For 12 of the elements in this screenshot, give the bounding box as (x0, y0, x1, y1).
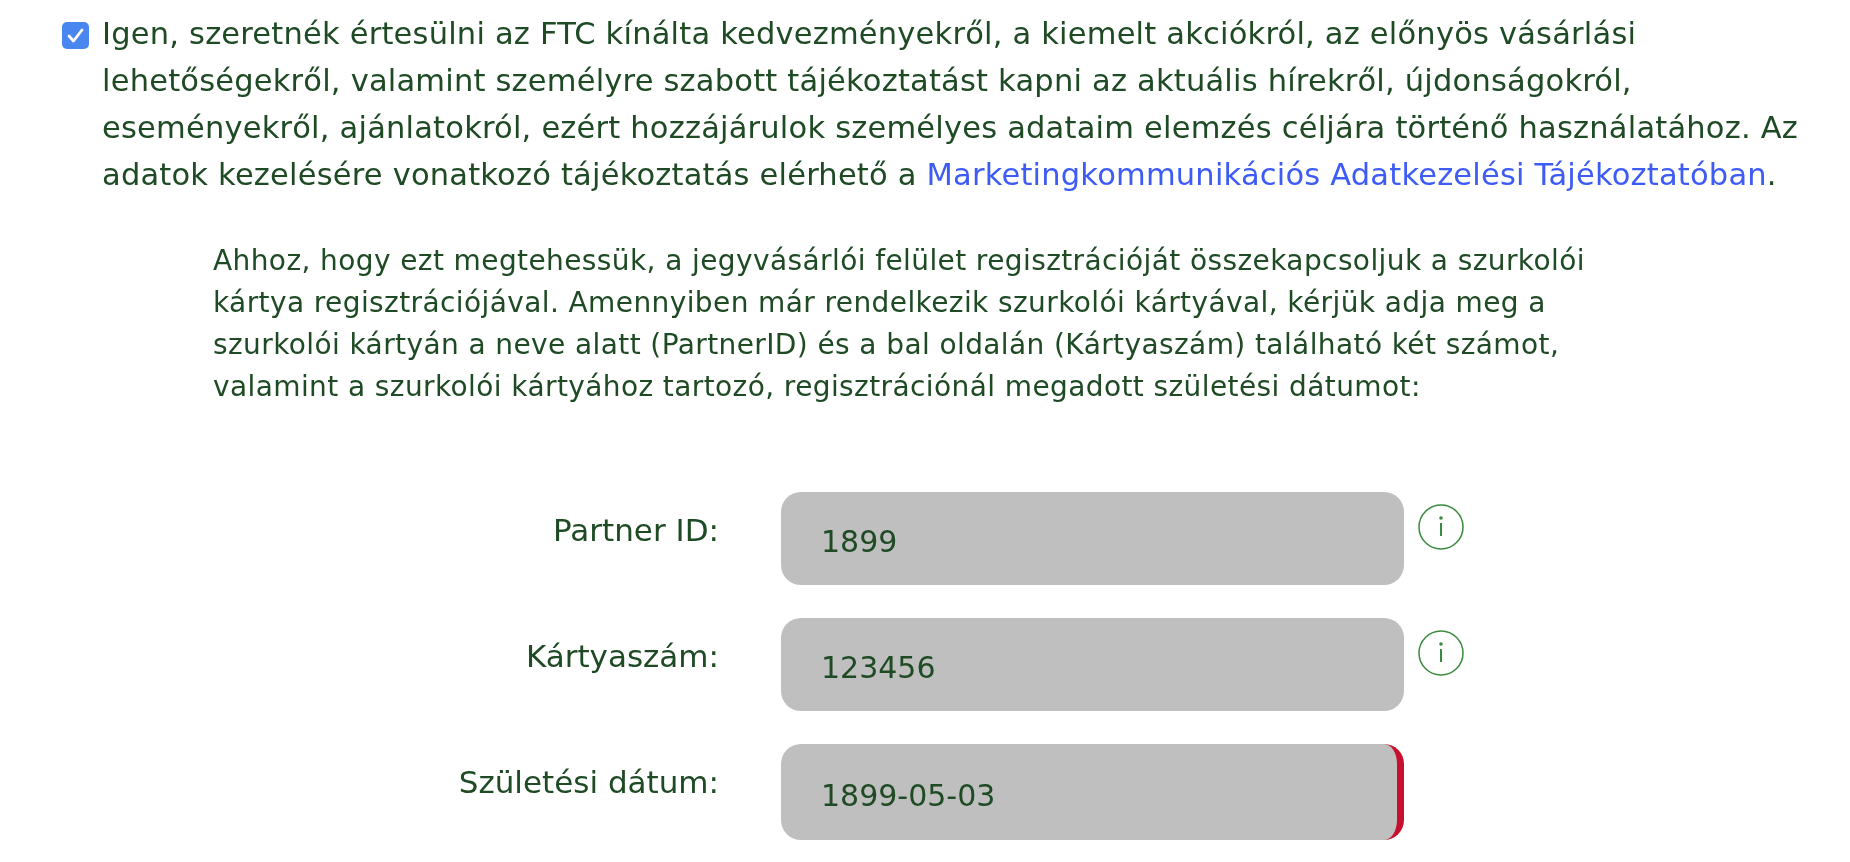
policy-link[interactable]: Marketingkommunikációs Adatkezelési Tájékoztatóban (926, 157, 1767, 192)
field-label: Partner ID: (553, 511, 719, 548)
field-label: Születési dátum: (458, 763, 719, 800)
info-icon[interactable] (1418, 504, 1464, 550)
input-field[interactable]: 1899 (781, 492, 1404, 585)
input-field[interactable]: 1899-05-03 (781, 744, 1404, 840)
field-label: Kártyaszám: (525, 637, 719, 674)
instructions-text: Ahhoz, hogy ezt megtehessük, a jegyvásárlói felület regisztrációját összekapcsoljuk a szurkolói kártya regisztrációjával. Amennyiben már rendelkezik szurkolói kártyával, kérjük adja meg a szurkolói kártyán a neve alatt (PartnerID) és a bal oldalán (Kártyaszám) található két számot, valamint a szurkolói kártyához tartozó, regisztrációnál megadott születési dátumot: (213, 243, 1586, 405)
consent-checkbox[interactable] (62, 22, 89, 49)
info-icon[interactable] (1418, 630, 1464, 676)
input-field[interactable]: 123456 (781, 618, 1404, 711)
consent-text: Igen, szeretnék értesülni az FTC kínálta kedvezményekről, a kiemelt akciókról, az előnyös vásárlási lehetőségekről, valamint személyre szabott tájékoztatást kapni az aktuális hírekről, újdonságokról, eseményekről, ajánlatokról, ezért hozzájárulok személyes adataim elemzés céljára történő használatához. Az adatok kezelésére vonatkozó tájékoztatás elérhető a Marketingkommunikációs Adatkezelési Tájékoztatóban. (102, 15, 1799, 194)
